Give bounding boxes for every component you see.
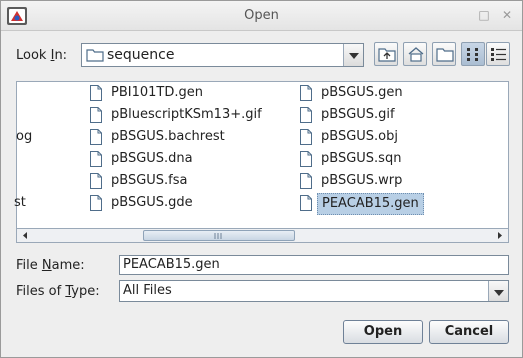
file-name: st xyxy=(14,195,26,210)
file-name: pBSGUS.gde xyxy=(111,195,193,210)
window-title: Open xyxy=(244,8,279,23)
file-name-input[interactable]: PEACAB15.gen xyxy=(119,255,509,275)
scrollbar-thumb[interactable] xyxy=(143,230,295,241)
file-name: pBSGUS.gen xyxy=(321,85,403,100)
new-folder-button[interactable] xyxy=(432,42,456,66)
up-folder-icon xyxy=(378,48,396,62)
maximize-button[interactable]: □ xyxy=(476,7,492,23)
cancel-button[interactable]: Cancel xyxy=(429,320,509,344)
details-view-button[interactable] xyxy=(486,42,510,66)
file-icon xyxy=(299,195,313,218)
folder-icon xyxy=(86,48,104,66)
scroll-right-icon[interactable] xyxy=(493,229,507,242)
new-folder-icon xyxy=(436,48,454,62)
file-list[interactable]: og st PBI101TD.gen pBluescriptKSm13+.gif p… xyxy=(14,81,509,243)
file-name: pBSGUS.fsa xyxy=(111,173,188,188)
look-in-combo[interactable]: sequence xyxy=(81,43,364,67)
file-name: pBSGUS.gif xyxy=(321,107,395,122)
file-name: pBSGUS.sqn xyxy=(321,151,402,166)
file-icon xyxy=(89,195,103,218)
file-name: PEACAB15.gen xyxy=(317,193,424,215)
list-item[interactable]: st xyxy=(14,193,26,213)
file-name: pBSGUS.wrp xyxy=(321,173,403,188)
file-name: pBSGUS.obj xyxy=(321,129,398,144)
title-bar: Open □ ✕ xyxy=(1,1,522,31)
file-name: pBSGUS.dna xyxy=(111,151,193,166)
file-icon xyxy=(89,107,103,130)
list-item[interactable]: og xyxy=(16,127,32,147)
files-of-type-label: Files of Type: xyxy=(16,284,100,299)
file-icon xyxy=(89,173,103,196)
files-of-type-value: All Files xyxy=(123,283,172,298)
file-icon xyxy=(89,129,103,152)
file-icon xyxy=(299,107,313,130)
home-button[interactable] xyxy=(403,42,427,66)
close-button[interactable]: ✕ xyxy=(499,7,515,23)
horizontal-scrollbar[interactable] xyxy=(16,228,509,243)
look-in-value: sequence xyxy=(107,47,175,63)
file-name: pBSGUS.bachrest xyxy=(111,129,225,144)
file-icon xyxy=(299,151,313,174)
file-icon xyxy=(89,151,103,174)
file-name: PBI101TD.gen xyxy=(111,85,203,100)
open-button[interactable]: Open xyxy=(343,320,423,344)
up-folder-button[interactable] xyxy=(374,42,398,66)
chevron-down-icon[interactable] xyxy=(488,281,508,301)
file-name: pBluescriptKSm13+.gif xyxy=(111,107,262,122)
file-icon xyxy=(299,173,313,196)
look-in-label: Look In: xyxy=(16,48,68,63)
file-icon xyxy=(299,129,313,152)
file-name-label: File Name: xyxy=(16,258,85,273)
chevron-down-icon[interactable] xyxy=(343,44,363,66)
details-view-icon xyxy=(491,48,506,61)
file-icon xyxy=(89,85,103,108)
list-view-button[interactable] xyxy=(461,42,485,66)
scroll-left-icon[interactable] xyxy=(18,229,32,242)
files-of-type-combo[interactable]: All Files xyxy=(119,280,509,302)
list-view-icon xyxy=(467,48,478,61)
open-dialog: Open □ ✕ Look In: sequence og st PBI101T… xyxy=(0,0,523,358)
file-icon xyxy=(299,85,313,108)
file-name: og xyxy=(16,129,33,144)
home-icon xyxy=(408,47,424,62)
